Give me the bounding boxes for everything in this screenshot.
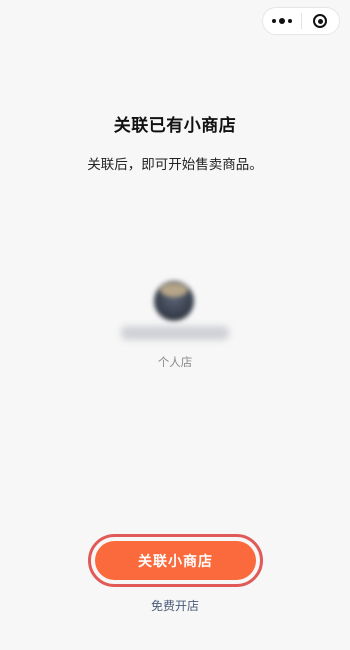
mini-program-capsule — [262, 7, 340, 35]
open-shop-free-link[interactable]: 免费开店 — [0, 597, 350, 614]
shop-name-blurred — [0, 326, 350, 340]
page-subtitle: 关联后，即可开始售卖商品。 — [87, 157, 263, 173]
shop-avatar — [154, 281, 194, 321]
page-title: 关联已有小商店 — [113, 116, 237, 136]
more-button[interactable] — [263, 8, 301, 34]
shop-type-label: 个人店 — [157, 355, 193, 369]
shop-name-placeholder — [121, 326, 229, 340]
ellipsis-dots-icon — [271, 18, 292, 24]
screen: 关联已有小商店 关联后，即可开始售卖商品。 个人店 关联小商店 免费开店 — [0, 0, 350, 650]
exit-button[interactable] — [302, 8, 340, 34]
target-circle-icon — [313, 14, 328, 28]
link-shop-button[interactable]: 关联小商店 — [95, 541, 256, 580]
